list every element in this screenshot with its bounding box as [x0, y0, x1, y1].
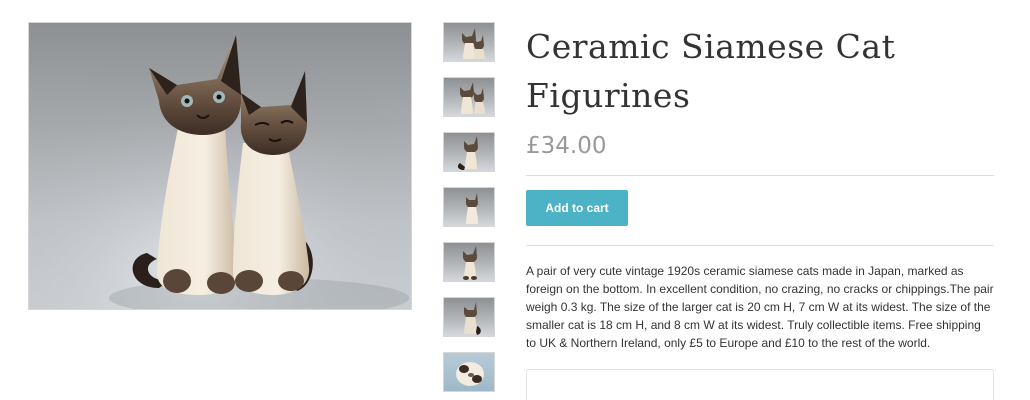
add-to-cart-button[interactable]: Add to cart	[526, 190, 628, 226]
thumbnail-pair-angle	[460, 82, 485, 114]
product-description: A pair of very cute vintage 1920s cerami…	[526, 264, 994, 350]
thumbnail-single-front	[463, 246, 477, 280]
main-product-image[interactable]	[28, 22, 412, 310]
thumbnail-single-side	[457, 136, 478, 170]
thumbnail-1[interactable]	[443, 22, 495, 62]
product-page: Ceramic Siamese Cat Figurines £34.00 Add…	[0, 0, 1030, 400]
product-title: Ceramic Siamese Cat Figurines	[526, 27, 896, 115]
thumbnail-5[interactable]	[443, 242, 495, 282]
siamese-cats-photo	[29, 23, 411, 309]
thumbnail-6[interactable]	[443, 297, 495, 337]
thumbnail-7[interactable]	[443, 352, 495, 392]
thumbnail-single-profile	[466, 193, 478, 224]
thumbnail-base-marking	[456, 362, 484, 386]
additional-info-box	[526, 369, 994, 400]
thumbnail-pair-front	[462, 28, 485, 59]
product-info: Ceramic Siamese Cat Figurines £34.00 Add…	[526, 22, 994, 352]
thumbnail-3[interactable]	[443, 132, 495, 172]
divider	[526, 245, 994, 246]
thumbnail-2[interactable]	[443, 77, 495, 117]
thumbnail-strip	[443, 22, 495, 400]
thumbnail-single-back	[464, 302, 481, 335]
thumbnail-4[interactable]	[443, 187, 495, 227]
divider	[526, 175, 994, 176]
product-price: £34.00	[526, 133, 607, 159]
